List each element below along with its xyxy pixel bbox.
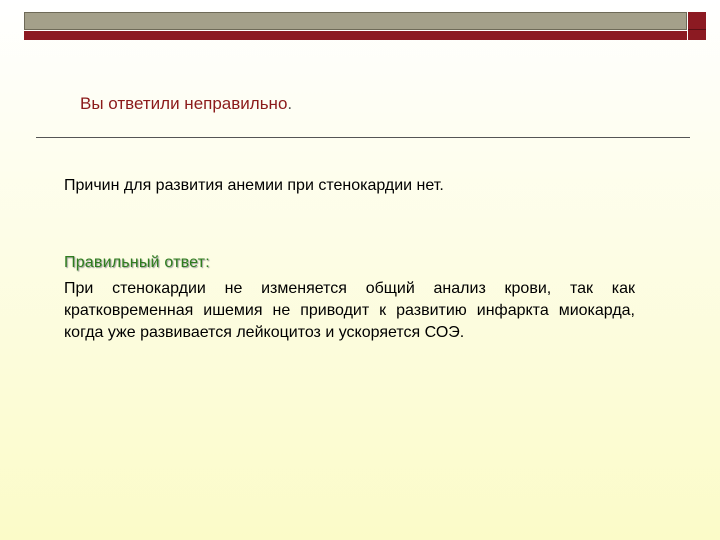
feedback-title: Вы ответили неправильно. xyxy=(80,94,292,114)
divider-line xyxy=(36,137,690,138)
correct-answer-text: При стенокардии не изменяется общий анал… xyxy=(64,280,635,341)
corner-square-inner xyxy=(688,12,706,30)
corner-square-decoration xyxy=(688,12,706,40)
correct-answer-label: Правильный ответ: xyxy=(64,254,210,271)
header-bar-top xyxy=(24,12,687,30)
header-bar-bottom xyxy=(24,31,687,40)
feedback-title-text: Вы ответили неправильно xyxy=(80,94,288,113)
feedback-title-punct: . xyxy=(287,94,293,113)
reason-text: Причин для развития анемии при стенокард… xyxy=(64,177,444,194)
